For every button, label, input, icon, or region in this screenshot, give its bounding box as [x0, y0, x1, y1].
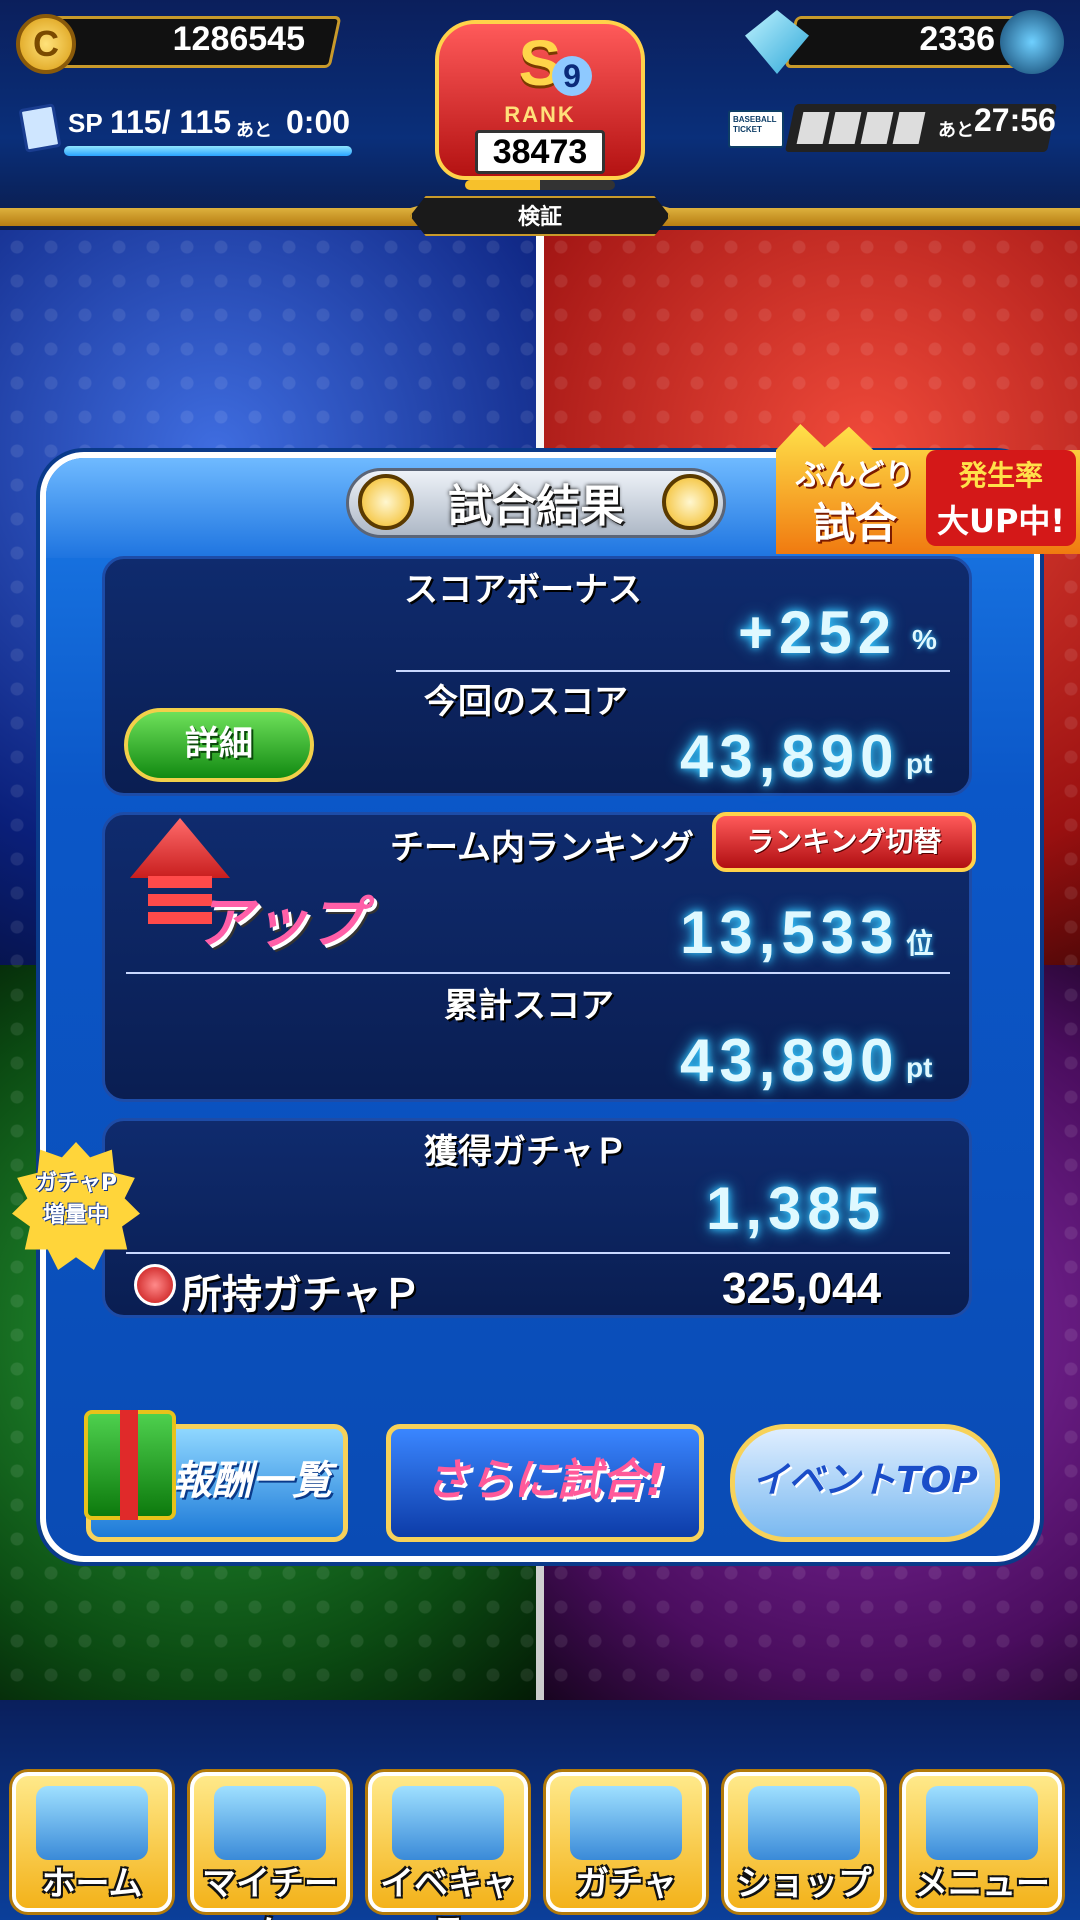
coin-icon: C — [16, 14, 76, 74]
event-top-button[interactable]: イベントTOP — [730, 1424, 1000, 1542]
promo-line-1: ぶんどり — [795, 458, 915, 493]
nav-item-label: メニュー — [914, 1864, 1050, 1904]
total-score-label: 累計スコア — [444, 986, 614, 1026]
gacha-earned-value: 1,385 — [706, 1175, 887, 1242]
nav-item-label: ガチャ — [575, 1864, 677, 1904]
rank-up-text: アップ — [196, 891, 364, 956]
total-score-value: 43,890 — [680, 1027, 900, 1094]
bundori-promo-badge: ぶんどり 試合 発生率 大UP中! — [776, 424, 1080, 554]
score-bonus-value: +252 — [738, 599, 898, 666]
baseball-icon — [662, 474, 718, 530]
shop-icon — [748, 1786, 860, 1860]
panel-title: 試合結果 — [448, 481, 624, 532]
total-score-unit: pt — [906, 1052, 933, 1083]
my-team-icon — [214, 1786, 326, 1860]
nav-item-label: マイチーム — [202, 1864, 338, 1920]
home-icon — [36, 1786, 148, 1860]
rank-points: 38473 — [475, 130, 605, 174]
rank-sub-number: 9 — [552, 56, 592, 96]
current-score-label: 今回のスコア — [424, 682, 628, 722]
ranking-switch-button[interactable]: ランキング切替 — [712, 812, 976, 872]
gacha-icon — [570, 1786, 682, 1860]
ticket-recovery-time: 27:56 — [974, 102, 1056, 138]
divider — [396, 670, 950, 672]
gacha-owned-label: 所持ガチャＰ — [182, 1272, 422, 1318]
gacha-owned-value: 325,044 — [722, 1264, 882, 1313]
baseball-icon — [358, 474, 414, 530]
gacha-point-icon — [134, 1264, 176, 1306]
score-bonus-label: スコアボーナス — [404, 570, 642, 610]
nav-item-menu[interactable]: メニュー — [902, 1772, 1062, 1912]
rank-progress-fill — [465, 180, 540, 190]
current-score-value: 43,890 — [680, 723, 900, 790]
rank-progress-bar — [465, 180, 615, 190]
gacha-boost-line-1: ガチャP — [35, 1171, 117, 1196]
gacha-earned-label: 獲得ガチャＰ — [424, 1132, 628, 1172]
nav-item-my-team[interactable]: マイチーム — [190, 1772, 350, 1920]
sp-remaining-label: あと — [236, 120, 272, 140]
coin-count: 1286545 — [172, 20, 305, 58]
baseball-ticket-icon: BASEBALL TICKET — [728, 110, 784, 148]
score-bonus-unit: % — [912, 624, 937, 655]
detail-button[interactable]: 詳細 — [124, 708, 314, 782]
sp-progress-bar — [64, 146, 352, 156]
rank-badge[interactable]: S 9 RANK 38473 — [405, 0, 675, 196]
player-name: 検証 — [410, 196, 670, 236]
sp-value: 115/ 115 — [110, 104, 232, 140]
sp-label: SP — [68, 108, 103, 138]
ticket-remaining-label: あと — [938, 120, 974, 140]
rank-letter: S — [518, 27, 562, 99]
gift-ribbon-icon — [120, 1410, 138, 1520]
sp-progress-fill — [64, 146, 352, 156]
current-score-unit: pt — [906, 748, 933, 779]
team-ranking-label: チーム内ランキング — [390, 828, 694, 868]
nav-item-shop[interactable]: ショップ — [724, 1772, 884, 1912]
gem-shop-icon[interactable] — [1000, 10, 1064, 74]
divider — [126, 972, 950, 974]
nav-item-gacha[interactable]: ガチャ — [546, 1772, 706, 1912]
divider — [126, 1252, 950, 1254]
gacha-boost-text: ガチャP 増量中 — [12, 1168, 140, 1232]
nav-item-home[interactable]: ホーム — [12, 1772, 172, 1912]
promo-line-3: 発生率 — [958, 459, 1043, 492]
rank-word: RANK — [504, 102, 576, 127]
nav-item-label: ホーム — [41, 1864, 143, 1904]
team-rank-value: 13,533 — [680, 899, 900, 966]
event-chara-icon — [392, 1786, 504, 1860]
gem-count: 2336 — [919, 20, 995, 58]
sp-card-icon — [18, 103, 62, 153]
gacha-boost-line-2: 増量中 — [42, 1203, 109, 1228]
play-again-button[interactable]: さらに試合! — [386, 1424, 704, 1542]
promo-line-4: 大UP中! — [936, 502, 1066, 540]
nav-item-event-chara[interactable]: イベキャラ — [368, 1772, 528, 1920]
nav-item-label: イベキャラ — [380, 1864, 516, 1920]
sp-recovery-time: 0:00 — [286, 104, 351, 140]
menu-icon — [926, 1786, 1038, 1860]
promo-line-2: 試合 — [812, 499, 897, 548]
team-rank-unit: 位 — [906, 928, 935, 959]
nav-item-label: ショップ — [736, 1864, 872, 1904]
